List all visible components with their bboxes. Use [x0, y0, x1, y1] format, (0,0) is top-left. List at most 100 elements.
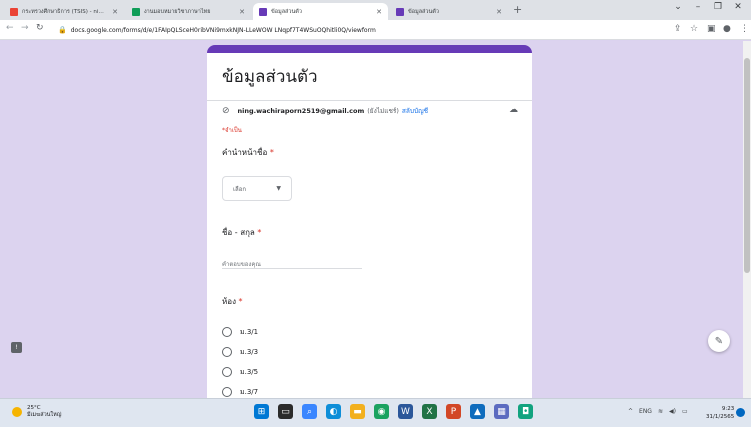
account-share-status: (ยังไม่แชร์) [367, 107, 399, 115]
edit-pencil-icon[interactable]: ✎ [708, 330, 730, 352]
cloud-save-icon: ☁ [509, 105, 518, 115]
photos-icon[interactable]: ▲ [470, 404, 485, 419]
sheets-icon [132, 7, 140, 16]
bookmark-star-icon[interactable]: ☆ [690, 24, 698, 34]
radio-option[interactable]: ม.3/7 [222, 382, 258, 398]
file-explorer-icon[interactable]: ▬ [350, 404, 365, 419]
lock-icon[interactable]: 🔒 [58, 26, 67, 34]
chrome-icon[interactable]: ◉ [374, 404, 389, 419]
close-window-button[interactable]: ✕ [728, 2, 748, 12]
calculator-icon[interactable]: ▦ [494, 404, 509, 419]
question-label: ชื่อ - สกุล [222, 228, 255, 237]
new-tab-button[interactable]: + [513, 3, 522, 16]
tab-search-icon[interactable]: ⌄ [668, 2, 688, 12]
option-label: ม.3/5 [240, 367, 259, 376]
question-title: ชื่อ - สกุล * [222, 226, 261, 239]
radio-button[interactable] [222, 387, 232, 397]
divider [207, 100, 532, 101]
forward-arrow-icon[interactable]: → [21, 23, 29, 33]
kebab-menu-icon[interactable]: ⋮ [740, 24, 749, 34]
option-label: ม.3/1 [240, 327, 259, 336]
option-label: ม.3/3 [240, 347, 259, 356]
share-icon[interactable]: ⇪ [674, 24, 682, 34]
clock-date: 31/1/2565 [706, 414, 735, 420]
required-asterisk: * [257, 228, 262, 237]
forms-icon [259, 7, 267, 16]
tab-label: ข้อมูลส่วนตัว [408, 8, 439, 15]
input-placeholder: คำตอบของคุณ [222, 261, 261, 268]
gmail-icon [10, 7, 18, 16]
taskbar-clock[interactable]: 9:23 31/1/2565 [706, 405, 734, 421]
word-icon[interactable]: W [398, 404, 413, 419]
excel-icon[interactable]: X [422, 404, 437, 419]
sidepanel-icon[interactable]: ▣ [707, 24, 716, 34]
weather-temp: 25°C [27, 405, 41, 411]
scrollbar-thumb[interactable] [744, 58, 750, 273]
form-page: ข้อมูลส่วนตัว ⊘ ning.wachiraporn2519@gma… [0, 41, 751, 398]
question-card-room: ห้อง * ม.3/1 ม.3/3 ม.3/5 ม.3/7 [207, 277, 532, 398]
tab-label: งานมอบหมายวิชาภาษาไทย [144, 8, 211, 15]
form-title: ข้อมูลส่วนตัว [222, 67, 318, 87]
prefix-dropdown[interactable]: เลือก ▼ [222, 176, 292, 201]
minimize-button[interactable]: – [688, 2, 708, 12]
notification-icon[interactable] [736, 408, 745, 417]
eye-off-icon: ⊘ [222, 106, 230, 116]
maximize-button[interactable]: ❐ [708, 2, 728, 12]
caret-down-icon: ▼ [276, 185, 281, 192]
radio-button[interactable] [222, 347, 232, 357]
weather-desc: มีเมฆส่วนใหญ่ [27, 412, 62, 418]
profile-avatar-icon[interactable]: ● [723, 24, 731, 34]
question-label: คำนำหน้าชื่อ [222, 148, 268, 157]
volume-icon[interactable]: ◀) [669, 408, 676, 415]
url-text: docs.google.com/forms/d/e/1FAIpQLSceH0ri… [70, 26, 376, 34]
account-email: ning.wachiraporn2519@gmail.com [237, 107, 365, 115]
tab-sheets[interactable]: งานมอบหมายวิชาภาษาไทย ✕ [126, 3, 251, 20]
reload-icon[interactable]: ↻ [36, 23, 44, 33]
close-icon[interactable]: ✕ [239, 8, 245, 16]
fullname-input[interactable]: คำตอบของคุณ [222, 255, 362, 269]
tab-forms[interactable]: ข้อมูลส่วนตัว ✕ [390, 3, 508, 20]
powerpoint-icon[interactable]: P [446, 404, 461, 419]
windows-start-icon[interactable]: ⊞ [254, 404, 269, 419]
account-row: ⊘ ning.wachiraporn2519@gmail.com (ยังไม่… [222, 106, 428, 116]
tab-label: กระทรวงศึกษาธิการ (TSIS) - ning.wachirap… [22, 8, 106, 15]
question-title: ห้อง * [222, 295, 243, 308]
windows-taskbar: 25°C มีเมฆส่วนใหญ่ ⊞ ▭ ⌕ ◐ ▬ ◉ W X P ▲ ▦… [0, 398, 751, 427]
clock-time: 9:23 [721, 406, 735, 412]
close-icon[interactable]: ✕ [376, 8, 382, 16]
question-label: ห้อง [222, 297, 236, 306]
browser-toolbar: ← → ↻ 🔒 docs.google.com/forms/d/e/1FAIpQ… [0, 20, 751, 40]
sun-icon [12, 407, 22, 417]
edge-browser-icon[interactable]: ◐ [326, 404, 341, 419]
radio-button[interactable] [222, 367, 232, 377]
radio-option[interactable]: ม.3/5 [222, 362, 258, 382]
search-icon[interactable]: ⌕ [302, 404, 317, 419]
line-app-icon[interactable]: ◘ [518, 404, 533, 419]
system-tray: ^ ENG ≋ ◀) ▭ [628, 408, 694, 415]
room-options: ม.3/1 ม.3/3 ม.3/5 ม.3/7 [222, 322, 258, 398]
tab-gmail[interactable]: กระทรวงศึกษาธิการ (TSIS) - ning.wachirap… [4, 3, 124, 20]
close-icon[interactable]: ✕ [496, 8, 502, 16]
back-arrow-icon[interactable]: ← [6, 23, 14, 33]
wifi-icon[interactable]: ≋ [658, 408, 663, 415]
radio-button[interactable] [222, 327, 232, 337]
close-icon[interactable]: ✕ [112, 8, 118, 16]
switch-account-link[interactable]: สลับบัญชี [402, 106, 428, 116]
chevron-up-icon[interactable]: ^ [628, 408, 633, 415]
task-view-icon[interactable]: ▭ [278, 404, 293, 419]
tab-forms-active[interactable]: ข้อมูลส่วนตัว ✕ [253, 3, 388, 20]
language-indicator[interactable]: ENG [639, 408, 652, 415]
question-title: คำนำหน้าชื่อ * [222, 146, 274, 159]
dropdown-placeholder: เลือก [233, 185, 246, 193]
address-bar[interactable]: 🔒 docs.google.com/forms/d/e/1FAIpQLSceH0… [58, 23, 638, 37]
tab-label: ข้อมูลส่วนตัว [271, 8, 302, 15]
required-asterisk: * [238, 297, 243, 306]
option-label: ม.3/7 [240, 387, 259, 396]
weather-widget[interactable]: 25°C มีเมฆส่วนใหญ่ [12, 405, 61, 419]
forms-icon [396, 7, 404, 16]
taskbar-apps: ⊞ ▭ ⌕ ◐ ▬ ◉ W X P ▲ ▦ ◘ [254, 404, 542, 419]
battery-icon[interactable]: ▭ [682, 408, 688, 415]
radio-option[interactable]: ม.3/1 [222, 322, 258, 342]
radio-option[interactable]: ม.3/3 [222, 342, 258, 362]
feedback-icon[interactable]: ! [11, 342, 22, 353]
